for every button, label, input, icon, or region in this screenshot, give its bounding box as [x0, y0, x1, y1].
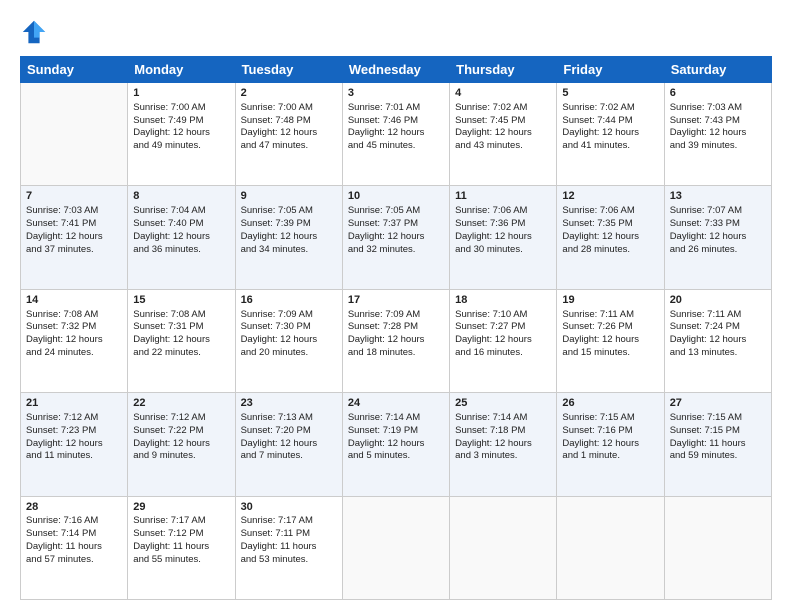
calendar-cell: 21Sunrise: 7:12 AMSunset: 7:23 PMDayligh…	[21, 393, 128, 496]
calendar: SundayMondayTuesdayWednesdayThursdayFrid…	[20, 56, 772, 600]
day-number: 24	[348, 396, 444, 411]
day-number: 19	[562, 293, 658, 308]
calendar-cell: 14Sunrise: 7:08 AMSunset: 7:32 PMDayligh…	[21, 289, 128, 392]
day-number: 28	[26, 500, 122, 515]
calendar-cell: 19Sunrise: 7:11 AMSunset: 7:26 PMDayligh…	[557, 289, 664, 392]
calendar-cell: 22Sunrise: 7:12 AMSunset: 7:22 PMDayligh…	[128, 393, 235, 496]
calendar-cell: 2Sunrise: 7:00 AMSunset: 7:48 PMDaylight…	[235, 83, 342, 186]
calendar-cell: 17Sunrise: 7:09 AMSunset: 7:28 PMDayligh…	[342, 289, 449, 392]
calendar-cell: 16Sunrise: 7:09 AMSunset: 7:30 PMDayligh…	[235, 289, 342, 392]
calendar-week-row: 1Sunrise: 7:00 AMSunset: 7:49 PMDaylight…	[21, 83, 772, 186]
day-number: 14	[26, 293, 122, 308]
page: SundayMondayTuesdayWednesdayThursdayFrid…	[0, 0, 792, 612]
day-number: 12	[562, 189, 658, 204]
calendar-cell: 18Sunrise: 7:10 AMSunset: 7:27 PMDayligh…	[450, 289, 557, 392]
day-number: 18	[455, 293, 551, 308]
calendar-cell	[342, 496, 449, 599]
logo	[20, 18, 52, 46]
calendar-week-row: 21Sunrise: 7:12 AMSunset: 7:23 PMDayligh…	[21, 393, 772, 496]
calendar-cell: 4Sunrise: 7:02 AMSunset: 7:45 PMDaylight…	[450, 83, 557, 186]
day-number: 10	[348, 189, 444, 204]
calendar-cell: 13Sunrise: 7:07 AMSunset: 7:33 PMDayligh…	[664, 186, 771, 289]
weekday-header: Friday	[557, 57, 664, 83]
day-number: 22	[133, 396, 229, 411]
day-number: 2	[241, 86, 337, 101]
weekday-header: Wednesday	[342, 57, 449, 83]
header	[20, 18, 772, 46]
day-number: 11	[455, 189, 551, 204]
calendar-cell: 30Sunrise: 7:17 AMSunset: 7:11 PMDayligh…	[235, 496, 342, 599]
calendar-cell: 10Sunrise: 7:05 AMSunset: 7:37 PMDayligh…	[342, 186, 449, 289]
calendar-cell: 27Sunrise: 7:15 AMSunset: 7:15 PMDayligh…	[664, 393, 771, 496]
calendar-cell	[21, 83, 128, 186]
day-number: 8	[133, 189, 229, 204]
day-number: 21	[26, 396, 122, 411]
day-number: 20	[670, 293, 766, 308]
calendar-cell: 9Sunrise: 7:05 AMSunset: 7:39 PMDaylight…	[235, 186, 342, 289]
day-number: 5	[562, 86, 658, 101]
calendar-cell: 1Sunrise: 7:00 AMSunset: 7:49 PMDaylight…	[128, 83, 235, 186]
day-number: 4	[455, 86, 551, 101]
weekday-header: Thursday	[450, 57, 557, 83]
day-number: 16	[241, 293, 337, 308]
weekday-header: Tuesday	[235, 57, 342, 83]
calendar-cell: 11Sunrise: 7:06 AMSunset: 7:36 PMDayligh…	[450, 186, 557, 289]
weekday-header: Saturday	[664, 57, 771, 83]
calendar-cell: 7Sunrise: 7:03 AMSunset: 7:41 PMDaylight…	[21, 186, 128, 289]
day-number: 27	[670, 396, 766, 411]
calendar-week-row: 28Sunrise: 7:16 AMSunset: 7:14 PMDayligh…	[21, 496, 772, 599]
day-number: 26	[562, 396, 658, 411]
weekday-header: Monday	[128, 57, 235, 83]
calendar-cell: 5Sunrise: 7:02 AMSunset: 7:44 PMDaylight…	[557, 83, 664, 186]
calendar-cell: 3Sunrise: 7:01 AMSunset: 7:46 PMDaylight…	[342, 83, 449, 186]
header-row: SundayMondayTuesdayWednesdayThursdayFrid…	[21, 57, 772, 83]
calendar-cell: 28Sunrise: 7:16 AMSunset: 7:14 PMDayligh…	[21, 496, 128, 599]
calendar-cell: 8Sunrise: 7:04 AMSunset: 7:40 PMDaylight…	[128, 186, 235, 289]
calendar-cell: 15Sunrise: 7:08 AMSunset: 7:31 PMDayligh…	[128, 289, 235, 392]
weekday-header: Sunday	[21, 57, 128, 83]
calendar-cell: 23Sunrise: 7:13 AMSunset: 7:20 PMDayligh…	[235, 393, 342, 496]
day-number: 15	[133, 293, 229, 308]
calendar-week-row: 14Sunrise: 7:08 AMSunset: 7:32 PMDayligh…	[21, 289, 772, 392]
day-number: 6	[670, 86, 766, 101]
calendar-cell	[450, 496, 557, 599]
day-number: 7	[26, 189, 122, 204]
logo-icon	[20, 18, 48, 46]
calendar-week-row: 7Sunrise: 7:03 AMSunset: 7:41 PMDaylight…	[21, 186, 772, 289]
day-number: 1	[133, 86, 229, 101]
calendar-cell: 12Sunrise: 7:06 AMSunset: 7:35 PMDayligh…	[557, 186, 664, 289]
calendar-cell: 25Sunrise: 7:14 AMSunset: 7:18 PMDayligh…	[450, 393, 557, 496]
day-number: 3	[348, 86, 444, 101]
day-number: 9	[241, 189, 337, 204]
calendar-cell	[664, 496, 771, 599]
calendar-cell: 20Sunrise: 7:11 AMSunset: 7:24 PMDayligh…	[664, 289, 771, 392]
day-number: 29	[133, 500, 229, 515]
calendar-cell: 24Sunrise: 7:14 AMSunset: 7:19 PMDayligh…	[342, 393, 449, 496]
day-number: 13	[670, 189, 766, 204]
calendar-cell	[557, 496, 664, 599]
day-number: 30	[241, 500, 337, 515]
calendar-cell: 29Sunrise: 7:17 AMSunset: 7:12 PMDayligh…	[128, 496, 235, 599]
calendar-cell: 6Sunrise: 7:03 AMSunset: 7:43 PMDaylight…	[664, 83, 771, 186]
day-number: 23	[241, 396, 337, 411]
day-number: 17	[348, 293, 444, 308]
calendar-cell: 26Sunrise: 7:15 AMSunset: 7:16 PMDayligh…	[557, 393, 664, 496]
day-number: 25	[455, 396, 551, 411]
